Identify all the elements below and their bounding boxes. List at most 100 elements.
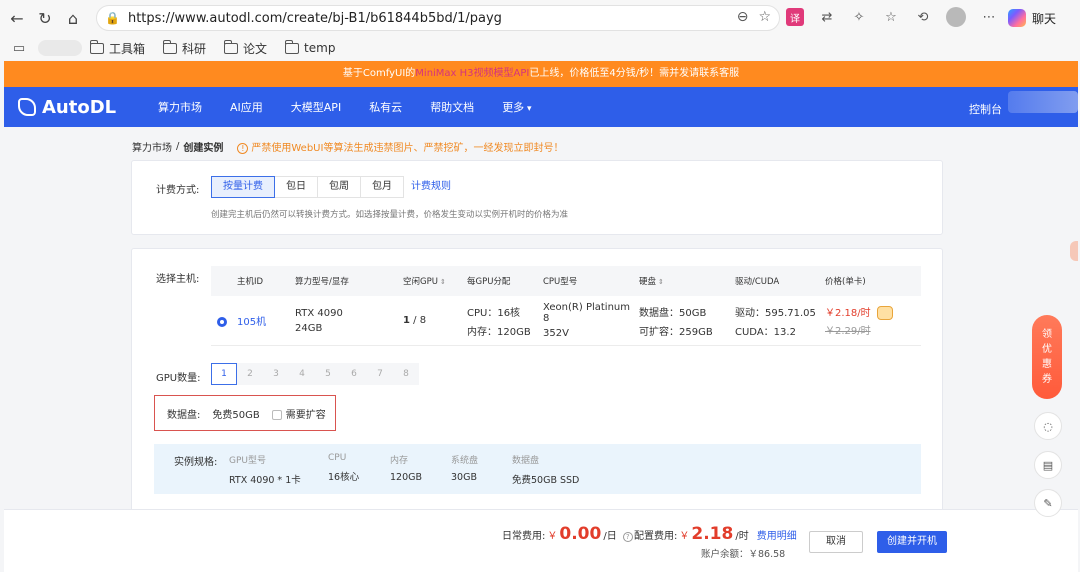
host-radio[interactable] [217,317,227,327]
gpu-count-selector: 1 2 3 4 5 6 7 8 [211,363,419,385]
col-free-gpu[interactable]: 空闲GPU ⇕ [403,275,467,287]
bookmark-folder-temp[interactable]: temp [285,39,335,55]
top-navigation: AutoDL 算力市场 AI应用 大模型API 私有云 帮助文档 更多 [4,87,1078,127]
site-info-icon[interactable]: 🔒 [105,11,120,25]
autodl-logo[interactable]: AutoDL [18,97,158,118]
nav-compute-market[interactable]: 算力市场 [158,99,202,115]
current-price: ￥2.18/时 [825,304,921,320]
coupon-float-button[interactable]: 领 优 惠 券 [1032,315,1062,399]
sort-icon: ⇕ [439,278,446,286]
col-host-id: 主机ID [237,277,264,287]
announcement-banner[interactable]: 基于ComfyUI的MiniMax H3视频模型API已上线，价格低至4分钱/秒… [4,61,1078,87]
translate-extension-icon[interactable]: 译 [786,8,804,26]
account-balance: 账户余额：￥86.58 [701,549,786,560]
bookmark-folder-tools[interactable]: 工具箱 [90,39,145,57]
data-disk-free: 免费50GB [212,409,260,421]
message-icon[interactable]: ▤ [1034,451,1062,479]
nav-more[interactable]: 更多 [502,99,531,115]
nav-private-cloud[interactable]: 私有云 [369,99,402,115]
host-id-link[interactable]: 105机 [237,317,266,328]
breadcrumb: 算力市场 / 创建实例 ! 严禁使用WebUI等算法生成违禁图片、严禁挖矿，一经发… [132,139,564,154]
bookmark-redacted[interactable] [38,40,82,56]
favorites-icon[interactable]: ☆ [882,8,900,26]
extension-icons: 译 ⇄ ✧ ☆ ⟲ ⋯ [786,7,998,27]
col-driver: 驱动/CUDA [735,277,780,287]
help-icon[interactable]: ? [622,532,633,542]
fee-details-link[interactable]: 费用明细 [757,527,797,542]
nav-help-docs[interactable]: 帮助文档 [430,99,474,115]
cancel-button[interactable]: 取消 [809,531,863,553]
daily-fee-value: 0.00 [559,524,602,544]
create-and-start-button[interactable]: 创建并开机 [877,531,947,553]
browser-toolbar: ← ↻ ⌂ 🔒 https://www.autodl.com/create/bj… [0,0,1080,36]
breadcrumb-current: 创建实例 [183,143,224,154]
billing-rules-link[interactable]: 计费规则 [411,176,451,198]
folder-icon [163,39,178,54]
console-link[interactable]: 控制台 [969,101,1002,117]
bookmarks-menu-icon[interactable]: ▭ [10,39,28,57]
gpu-count-2: 2 [237,363,263,385]
copilot-icon [1008,9,1026,27]
billing-option-weekly[interactable]: 包周 [317,176,361,198]
side-collapse-tab[interactable] [1070,241,1078,261]
bookmark-folder-research[interactable]: 科研 [163,39,206,57]
spec-cpu: CPU 16核心 [328,453,360,483]
host-table-header: 主机ID 算力型号/显存 空闲GPU ⇕ 每GPU分配 CPU型号 硬盘 ⇕ 驱动/… [211,266,921,296]
bookmark-folder-papers[interactable]: 论文 [224,39,267,57]
config-fee-value: 2.18 [691,524,734,544]
copilot-chat-button[interactable]: 聊天 [1002,5,1066,31]
host-select-label: 选择主机: [156,274,200,285]
refresh-icon[interactable]: ↻ [34,7,56,29]
billing-hint: 创建完主机后仍然可以转换计费方式。如选择按量计费，价格发生变动以实例开机时的价格… [211,210,569,220]
checkbox-icon[interactable] [271,409,282,420]
breadcrumb-parent[interactable]: 算力市场 [132,139,172,154]
user-info-redacted[interactable] [1008,91,1078,113]
price-cell: ￥2.18/时 ￥2.29/时 [825,304,921,337]
col-per-gpu: 每GPU分配 [467,277,511,287]
billing-option-daily[interactable]: 包日 [274,176,318,198]
folder-icon [90,39,104,54]
coupon-icon[interactable] [876,306,893,320]
nav-ai-apps[interactable]: AI应用 [230,99,263,115]
zoom-icon[interactable]: ⊖ [737,9,749,25]
gpu-count-1[interactable]: 1 [211,363,237,385]
home-icon[interactable]: ⌂ [62,7,84,29]
host-id-cell: 105机 [211,313,295,328]
warning-notice: ! 严禁使用WebUI等算法生成违禁图片、严禁挖矿，一经发现立即封号！ [237,139,563,154]
col-gpu-model: 算力型号/显存 [295,277,349,287]
favorite-star-icon[interactable]: ☆ [758,9,771,25]
disk-cell: 数据盘：50GB 可扩容：259GB [639,307,713,338]
extension-icon[interactable]: ⇄ [818,8,836,26]
gpu-count-5: 5 [315,363,341,385]
more-menu-icon[interactable]: ⋯ [980,8,998,26]
driver-cell: 驱动：595.71.05 CUDA：13.2 [735,307,816,338]
original-price: ￥2.29/时 [825,326,871,337]
instance-spec: 实例规格: GPU型号 RTX 4090 * 1卡 CPU 16核心 内存 120GB… [154,444,921,494]
expand-checkbox[interactable]: 需要扩容 [271,406,326,421]
table-row[interactable]: 105机 RTX 4090 24GB 1 / 8 CPU：16核 内存：120GB … [211,296,921,346]
billing-options: 按量计费 包日 包周 包月 计费规则 [211,176,451,198]
back-icon[interactable]: ← [6,7,28,29]
history-icon[interactable]: ⟲ [914,8,932,26]
spec-memory: 内存 120GB [390,456,423,483]
wechat-icon[interactable]: ◌ [1034,412,1062,440]
col-cpu-model: CPU型号 [543,277,578,287]
nav-llm-api[interactable]: 大模型API [291,99,341,115]
profile-avatar[interactable] [946,7,966,27]
col-disk[interactable]: 硬盘 ⇕ [639,275,735,287]
address-bar[interactable]: 🔒 https://www.autodl.com/create/bj-B1/b6… [96,5,780,31]
billing-option-monthly[interactable]: 包月 [360,176,404,198]
config-fee: 配置费用: ￥ 2.18 /时 费用明细 [634,524,797,544]
billing-option-payg[interactable]: 按量计费 [211,176,275,198]
spec-data-disk: 数据盘 免费50GB SSD [512,456,580,486]
billing-label: 计费方式: [156,185,200,196]
chat-label: 聊天 [1032,11,1057,26]
footer-bar: 日常费用: ￥ 0.00 /日 ? 配置费用: ￥ 2.18 /时 费用明细 账… [4,509,1078,572]
feedback-edit-icon[interactable]: ✎ [1034,489,1062,517]
data-disk-label: 数据盘: [167,409,201,421]
banner-highlight-link[interactable]: MiniMax H3视频模型API [415,68,529,79]
puzzle-icon[interactable]: ✧ [850,8,868,26]
warning-icon: ! [237,143,249,154]
gpu-model-cell: RTX 4090 24GB [295,307,343,334]
host-config-card: 选择主机: 主机ID 算力型号/显存 空闲GPU ⇕ 每GPU分配 CPU型号 硬… [131,248,943,518]
